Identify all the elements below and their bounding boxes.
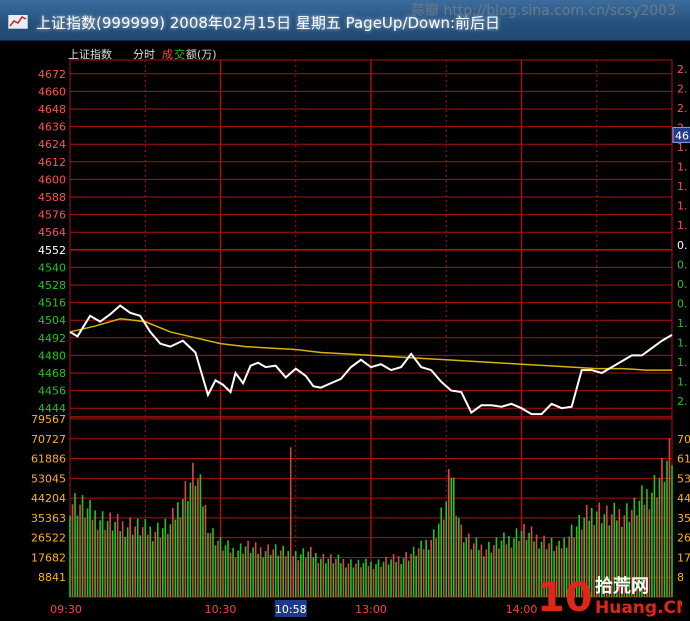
volume-tick-label: 44204 bbox=[31, 492, 66, 505]
time-tick-label: 13:00 bbox=[355, 603, 387, 616]
price-tick-label: 4468 bbox=[38, 367, 66, 380]
pct-tick-label: 1. bbox=[677, 375, 688, 388]
logo-top-text: 拾荒网 bbox=[595, 575, 649, 597]
right-axis: 2.2.2.2.1.1.1.1.1.0.0.0.0.1.1.1.1.2.4670… bbox=[672, 63, 690, 584]
pct-tick-label: 0. bbox=[677, 239, 688, 252]
price-tick-label: 4612 bbox=[38, 156, 66, 169]
pct-tick-label: 0. bbox=[677, 297, 688, 310]
intraday-chart[interactable]: 4672 4660 4648 4636 4624 4612 4600 4588 4576 4564… bbox=[0, 40, 690, 621]
time-tick-label: 10:30 bbox=[205, 603, 237, 616]
price-tick-label: 4672 bbox=[38, 68, 66, 81]
price-tick-label: 4492 bbox=[38, 332, 66, 345]
logo-bottom-text: Huang.CN bbox=[595, 598, 682, 617]
price-tick-label: 4576 bbox=[38, 209, 66, 222]
volume-tick-label: 61886 bbox=[31, 453, 66, 466]
site-logo: 10 拾荒网 Huang.CN bbox=[537, 575, 682, 617]
mode-label: 分时 bbox=[133, 48, 155, 61]
volume-label-c: 额(万) bbox=[186, 48, 217, 61]
price-tick-label: 4504 bbox=[38, 314, 66, 327]
blog-watermark: 蒜瓣 http://blog.sina.com.cn/scsy2003 bbox=[411, 3, 676, 19]
price-tick-label: 4636 bbox=[38, 121, 66, 134]
volume-pct-label: 17 bbox=[677, 551, 690, 564]
left-axis: 4672 4660 4648 4636 4624 4612 4600 4588 4576 4564… bbox=[31, 68, 66, 584]
price-tick-label: 4648 bbox=[38, 103, 66, 116]
logo-numeral: 10 bbox=[537, 575, 593, 617]
title-bar[interactable]: 上证指数(999999) 2008年02月15日 星期五 PageUp/Down… bbox=[0, 0, 690, 41]
chart-header: 上证指数 分时 成 交 额(万) bbox=[68, 47, 217, 61]
pct-tick-label: 2. bbox=[677, 83, 688, 96]
price-tick-label: 4456 bbox=[38, 385, 66, 398]
pct-tick-label: 2. bbox=[677, 102, 688, 115]
price-tick-label: 4540 bbox=[38, 261, 66, 274]
volume-label-b: 交 bbox=[174, 47, 185, 61]
pct-tick-label: 2. bbox=[677, 63, 688, 76]
price-tick-label: 4600 bbox=[38, 173, 66, 186]
price-tick-label: 4480 bbox=[38, 349, 66, 362]
pct-tick-label: 1. bbox=[677, 356, 688, 369]
volume-pct-label: 70 bbox=[677, 433, 690, 446]
app-icon bbox=[8, 11, 28, 29]
chart-window: 上证指数(999999) 2008年02月15日 星期五 PageUp/Down… bbox=[0, 0, 690, 621]
volume-tick-label: 70727 bbox=[31, 433, 66, 446]
volume-label-a: 成 bbox=[162, 48, 173, 61]
volume-pct-label: 53 bbox=[677, 472, 690, 485]
pct-tick-label: 1. bbox=[677, 161, 688, 174]
pct-tick-label: 1. bbox=[677, 200, 688, 213]
volume-pct-label: 26 bbox=[677, 532, 690, 545]
volume-pct-label: 35 bbox=[677, 512, 690, 525]
pct-tick-label: 1. bbox=[677, 219, 688, 232]
price-tick-label: 4516 bbox=[38, 297, 66, 310]
volume-tick-label: 17682 bbox=[31, 551, 66, 564]
price-tick-label: 4552 bbox=[38, 244, 66, 257]
volume-tick-label: 35363 bbox=[31, 512, 66, 525]
time-axis: 09:30 10:30 10:58 13:00 14:00 bbox=[50, 600, 537, 617]
pct-tick-label: 1. bbox=[677, 317, 688, 330]
volume-tick-label: 8841 bbox=[38, 571, 66, 584]
pct-tick-label: 1. bbox=[677, 141, 688, 154]
price-tick-label: 4528 bbox=[38, 279, 66, 292]
time-tick-label: 10:58 bbox=[275, 603, 307, 616]
price-tick-label: 4588 bbox=[38, 191, 66, 204]
price-tick-label: 4624 bbox=[38, 138, 66, 151]
volume-pct-label: 44 bbox=[677, 492, 690, 505]
price-badge-label: 46 bbox=[675, 129, 689, 142]
volume-tick-label: 79567 bbox=[31, 413, 66, 426]
volume-tick-label: 26522 bbox=[31, 532, 66, 545]
pct-tick-label: 1. bbox=[677, 336, 688, 349]
price-tick-label: 4564 bbox=[38, 226, 66, 239]
pct-tick-label: 1. bbox=[677, 180, 688, 193]
pct-tick-label: 0. bbox=[677, 258, 688, 271]
volume-pct-label: 61 bbox=[677, 453, 690, 466]
price-tick-label: 4660 bbox=[38, 85, 66, 98]
time-tick-label: 09:30 bbox=[50, 603, 82, 616]
pct-tick-label: 2. bbox=[677, 395, 688, 408]
time-tick-label: 14:00 bbox=[506, 603, 538, 616]
index-name: 上证指数 bbox=[68, 47, 112, 61]
pct-tick-label: 0. bbox=[677, 278, 688, 291]
volume-tick-label: 53045 bbox=[31, 472, 66, 485]
